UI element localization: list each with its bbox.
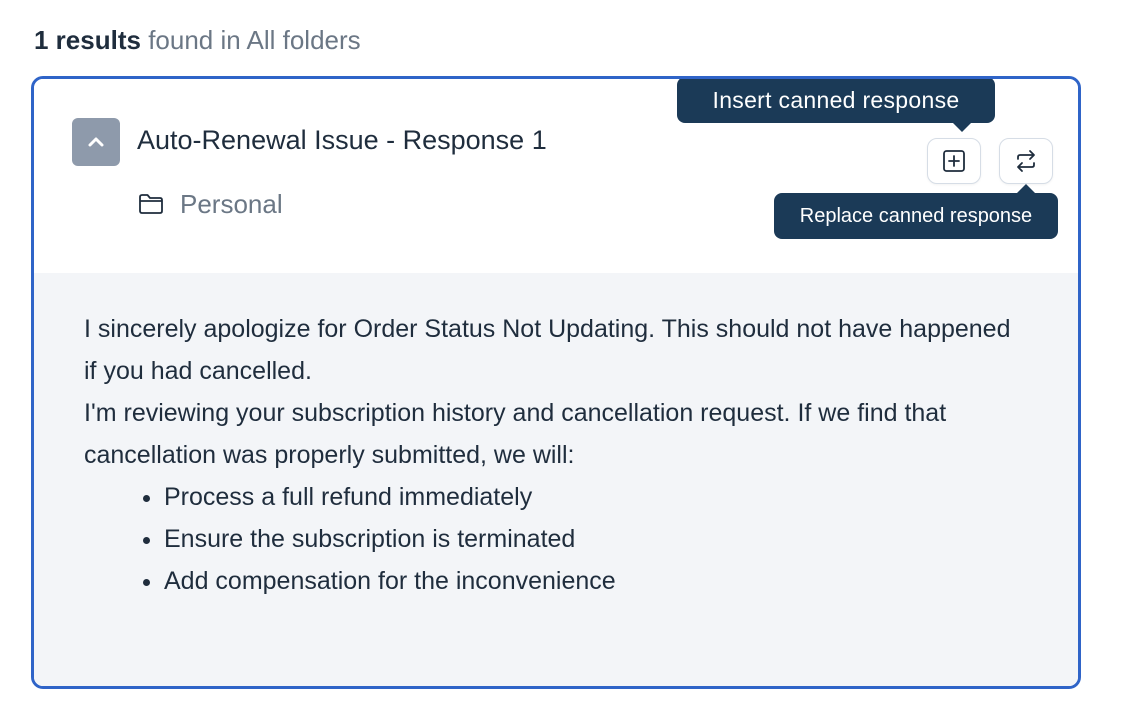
canned-responses-search-page: 1 results found in All folders Auto-Rene… — [0, 0, 1124, 712]
folder-label: Personal — [138, 187, 283, 221]
response-paragraph-1: I sincerely apologize for Order Status N… — [84, 315, 1011, 385]
replace-tooltip: Replace canned response — [774, 184, 1058, 239]
list-item: Add compensation for the inconvenience — [164, 560, 1028, 602]
canned-response-card[interactable]: Auto-Renewal Issue - Response 1 Personal… — [31, 76, 1081, 689]
list-item: Ensure the subscription is terminated — [164, 518, 1028, 560]
results-scope: found in All folders — [148, 25, 361, 55]
insert-button[interactable] — [927, 138, 981, 184]
chevron-up-icon — [88, 137, 104, 147]
card-header: Auto-Renewal Issue - Response 1 Personal… — [34, 79, 1078, 273]
results-summary: 1 results found in All folders — [34, 22, 361, 58]
folder-name: Personal — [180, 189, 283, 219]
replace-button[interactable] — [999, 138, 1053, 184]
swap-arrows-icon — [1017, 150, 1035, 172]
list-item: Process a full refund immediately — [164, 476, 1028, 518]
results-count: 1 results — [34, 25, 141, 55]
response-body: I sincerely apologize for Order Status N… — [34, 273, 1078, 686]
response-paragraph-2: I'm reviewing your subscription history … — [84, 399, 947, 469]
response-title: Auto-Renewal Issue - Response 1 — [137, 125, 547, 155]
insert-tooltip: Insert canned response — [677, 79, 995, 132]
collapse-button[interactable] — [72, 118, 120, 166]
response-bullet-list: Process a full refund immediately Ensure… — [84, 476, 1028, 602]
folder-icon — [139, 194, 163, 214]
plus-square-icon — [943, 150, 965, 172]
